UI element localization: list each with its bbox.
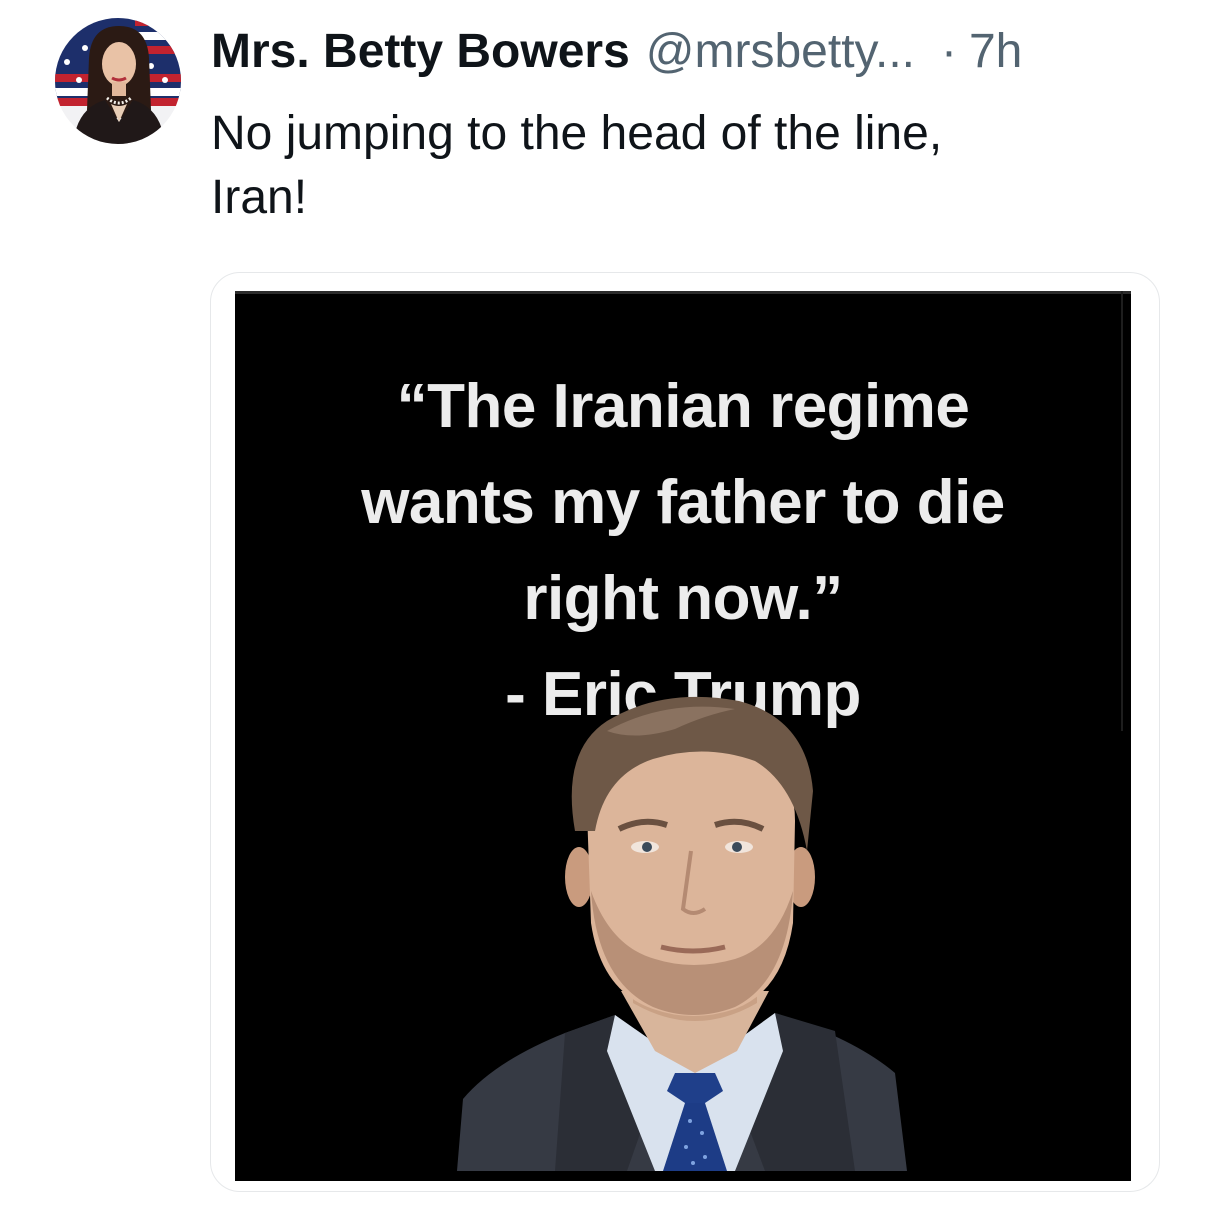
- author-display-name[interactable]: Mrs. Betty Bowers: [211, 22, 630, 82]
- header-separator: ·: [940, 25, 957, 78]
- tweet-header: Mrs. Betty Bowers @mrsbetty... · 7h: [211, 22, 1022, 82]
- tweet-text-line: No jumping to the head of the line,: [211, 107, 943, 160]
- quote-image[interactable]: “The Iranian regime wants my father to d…: [235, 291, 1131, 1181]
- tweet-text-line: Iran!: [211, 171, 308, 224]
- tweet-text: No jumping to the head of the line, Iran…: [211, 102, 1161, 230]
- author-avatar[interactable]: [55, 18, 181, 144]
- tweet-timestamp[interactable]: 7h: [969, 22, 1022, 82]
- avatar-image: [55, 18, 181, 144]
- portrait-photo: [457, 696, 907, 1171]
- tweet[interactable]: Mrs. Betty Bowers @mrsbetty... · 7h No j…: [0, 0, 1206, 1227]
- author-handle[interactable]: @mrsbetty...: [646, 22, 915, 82]
- media-card[interactable]: “The Iranian regime wants my father to d…: [210, 272, 1160, 1192]
